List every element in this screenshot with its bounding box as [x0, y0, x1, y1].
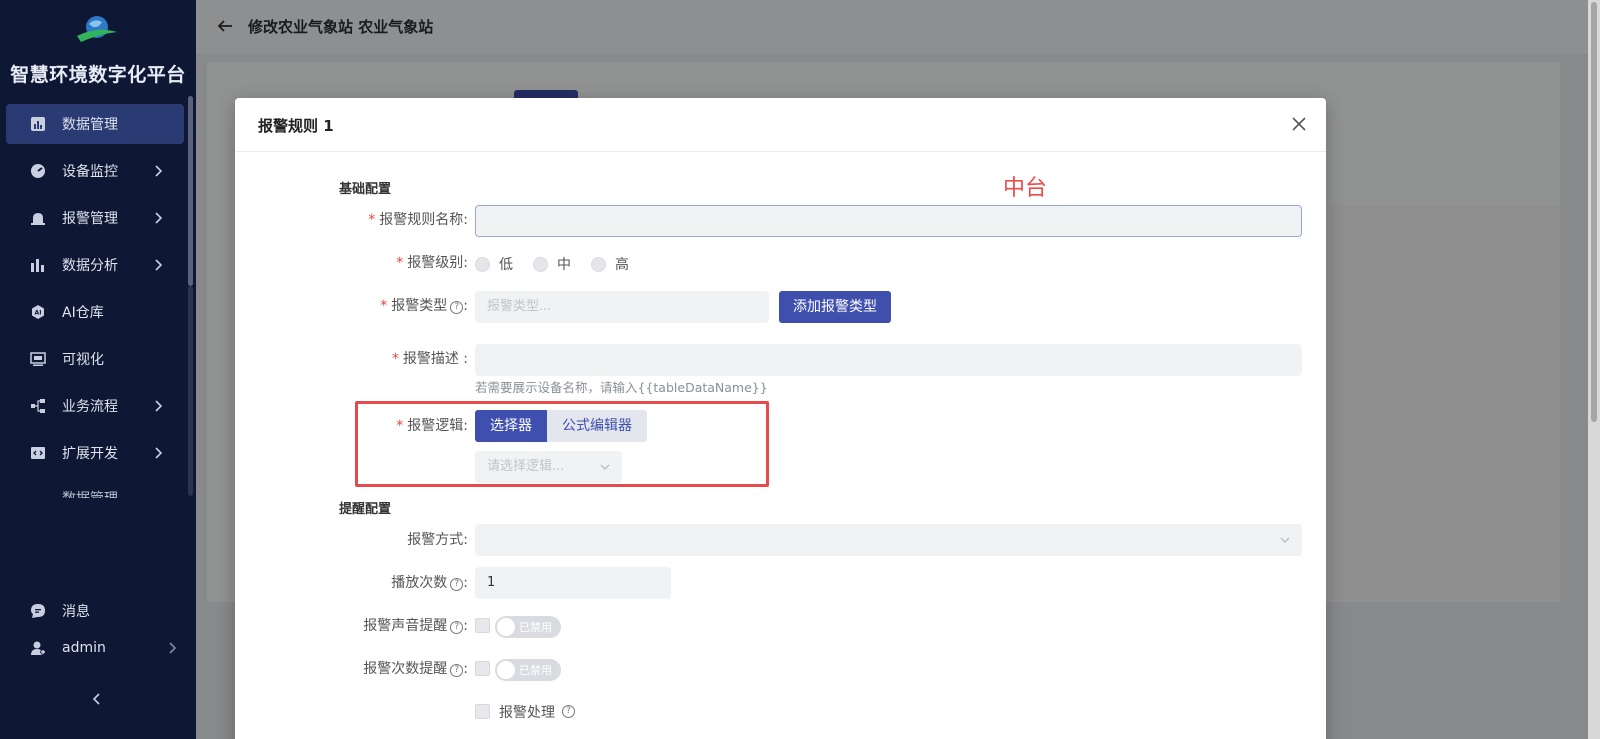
dialog-title: 报警规则 1 — [258, 117, 334, 135]
sidebar: 智慧环境数字化平台 数据管理 设备监控 报警管理 数据分析 AI AI仓库 可视… — [0, 0, 196, 739]
chevron-right-icon — [155, 165, 163, 177]
switch-text: 已禁用 — [519, 621, 552, 634]
sidebar-item-visualization[interactable]: 可视化 — [6, 339, 184, 379]
switch-knob — [497, 618, 515, 636]
level-label: * 报警级别: — [396, 255, 468, 271]
logic-mode-toggle: 选择器 公式编辑器 — [475, 410, 647, 442]
radio-circle — [591, 256, 606, 272]
logic-select[interactable]: 请选择逻辑... — [475, 451, 622, 483]
sidebar-item-label: 设备监控 — [62, 164, 118, 180]
help-icon[interactable]: ? — [450, 578, 464, 591]
collapse-sidebar-icon[interactable] — [88, 690, 106, 708]
tab-formula-editor[interactable]: 公式编辑器 — [547, 410, 647, 442]
monitor-icon — [30, 351, 46, 367]
sidebar-item-messages[interactable]: 消息 — [6, 591, 184, 631]
sidebar-item-label: AI仓库 — [62, 305, 104, 321]
add-alarm-type-button[interactable]: 添加报警类型 — [779, 291, 891, 323]
page-scrollbar[interactable] — [1588, 0, 1600, 739]
chevron-right-icon — [155, 212, 163, 224]
sound-reminder-label: 报警声音提醒?: — [363, 618, 468, 634]
sidebar-scrollbar[interactable] — [188, 96, 193, 286]
description-label: * 报警描述 : — [391, 351, 468, 367]
ai-icon: AI — [30, 304, 46, 320]
gauge-icon — [30, 163, 46, 179]
sidebar-menu: 数据管理 设备监控 报警管理 数据分析 AI AI仓库 可视化 业务流程 扩展开… — [0, 104, 196, 504]
switch-knob — [497, 661, 515, 679]
sidebar-item-label: 可视化 — [62, 352, 104, 368]
brand-title: 智慧环境数字化平台 — [10, 64, 186, 86]
play-count-label: 播放次数?: — [391, 575, 468, 591]
alarm-handling-checkbox[interactable] — [475, 704, 490, 719]
close-icon[interactable] — [1290, 115, 1308, 133]
radio-circle — [475, 256, 490, 272]
flow-icon — [30, 398, 46, 414]
method-select[interactable] — [475, 524, 1302, 556]
type-label: * 报警类型?: — [380, 298, 468, 314]
help-icon[interactable]: ? — [562, 705, 575, 718]
level-radio-medium[interactable]: 中 — [533, 254, 571, 274]
logic-select-placeholder: 请选择逻辑... — [487, 459, 565, 474]
alarm-icon — [30, 210, 46, 226]
bar-chart-icon — [30, 116, 46, 132]
sidebar-item-data-management[interactable]: 数据管理 — [6, 104, 184, 144]
chevron-right-icon — [155, 447, 163, 459]
sidebar-item-label: 业务流程 — [62, 399, 118, 415]
description-hint: 若需要展示设备名称，请输入{{tableDataName}} — [475, 380, 768, 395]
messages-label: 消息 — [62, 604, 90, 620]
count-reminder-switch[interactable]: 已禁用 — [495, 659, 561, 681]
chevron-right-icon — [155, 259, 163, 271]
sidebar-item-extension-dev[interactable]: 扩展开发 — [6, 433, 184, 473]
sidebar-item-ai-warehouse[interactable]: AI AI仓库 — [6, 292, 184, 332]
chevron-down-icon — [600, 464, 610, 470]
type-input[interactable]: 报警类型... — [475, 291, 769, 323]
sound-reminder-switch[interactable]: 已禁用 — [495, 616, 561, 638]
level-radio-group: 低 中 高 — [475, 254, 649, 274]
svg-text:AI: AI — [35, 310, 42, 317]
globe-logo-icon — [77, 16, 117, 42]
level-radio-low[interactable]: 低 — [475, 254, 513, 274]
tab-selector[interactable]: 选择器 — [475, 410, 547, 442]
user-label: admin — [62, 640, 106, 656]
radio-circle — [533, 256, 548, 272]
method-label: 报警方式: — [407, 532, 468, 548]
sidebar-item-label: 扩展开发 — [62, 446, 118, 462]
page-scrollbar-thumb[interactable] — [1591, 2, 1597, 422]
alarm-handling-label: 报警处理 — [499, 705, 555, 721]
rule-name-input[interactable] — [475, 205, 1302, 237]
count-reminder-label: 报警次数提醒?: — [363, 661, 468, 677]
dialog-header: 报警规则 1 — [235, 98, 1326, 152]
sidebar-item-label: 数据分析 — [62, 258, 118, 274]
chevron-right-icon — [169, 642, 177, 654]
logic-label: * 报警逻辑: — [396, 418, 468, 434]
switch-text: 已禁用 — [519, 664, 552, 677]
user-icon — [30, 640, 46, 656]
code-icon — [30, 445, 46, 461]
help-icon[interactable]: ? — [450, 301, 464, 314]
level-radio-high[interactable]: 高 — [591, 254, 629, 274]
description-input[interactable] — [475, 344, 1302, 376]
message-icon — [30, 603, 46, 619]
help-icon[interactable]: ? — [450, 621, 464, 634]
sidebar-item-partial: 数据管理 — [62, 490, 142, 498]
sound-reminder-checkbox[interactable] — [475, 618, 490, 633]
sidebar-item-label: 报警管理 — [62, 211, 118, 227]
sidebar-item-data-analysis[interactable]: 数据分析 — [6, 245, 184, 285]
count-reminder-checkbox[interactable] — [475, 661, 490, 676]
sidebar-item-device-monitor[interactable]: 设备监控 — [6, 151, 184, 191]
chevron-down-icon — [1280, 537, 1290, 543]
chevron-right-icon — [155, 400, 163, 412]
analytics-icon — [30, 257, 46, 273]
play-count-input[interactable]: 1 — [475, 567, 671, 599]
help-icon[interactable]: ? — [450, 664, 464, 677]
basic-config-title: 基础配置 — [339, 182, 392, 197]
sidebar-item-alarm-management[interactable]: 报警管理 — [6, 198, 184, 238]
sidebar-scrollbar-track — [188, 286, 193, 496]
rule-name-label: * 报警规则名称: — [368, 212, 468, 228]
reminder-config-title: 提醒配置 — [339, 502, 392, 517]
sidebar-item-business-flow[interactable]: 业务流程 — [6, 386, 184, 426]
sidebar-item-label: 数据管理 — [62, 117, 118, 133]
annotation-text: 中台 — [1003, 176, 1048, 201]
sidebar-item-user[interactable]: admin — [6, 628, 184, 668]
